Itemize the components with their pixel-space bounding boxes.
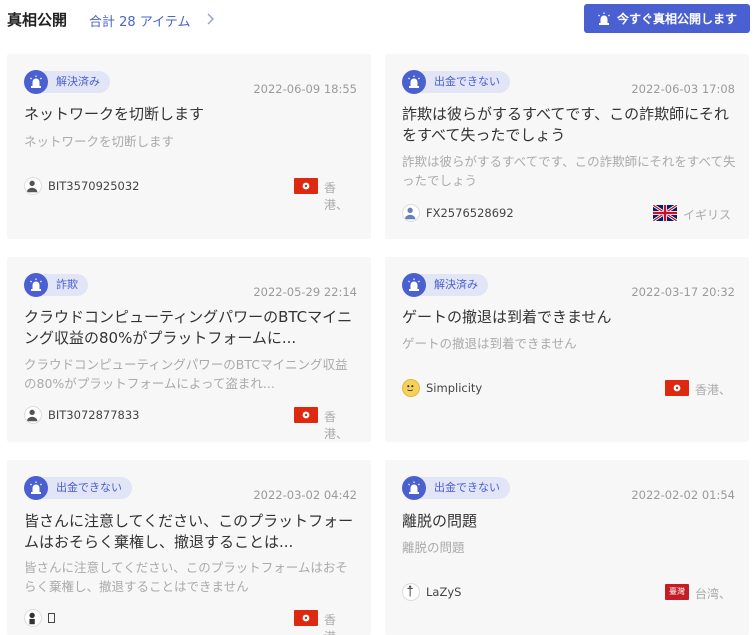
region-label: 台湾、 (695, 587, 732, 601)
status-badge: 出金できない (43, 477, 132, 499)
avatar (402, 583, 420, 601)
avatar (402, 379, 420, 397)
chevron-right-icon[interactable] (205, 12, 215, 26)
status-badge: 出金できない (421, 71, 510, 93)
avatar (24, 406, 42, 424)
card-title: 詐欺は彼らがするすべてです、この詐欺師にそれをすべて失ったでしょう (402, 105, 729, 144)
card-date: 2022-03-02 04:42 (253, 488, 357, 502)
card-description: 離脱の問題 (402, 540, 465, 555)
card-title: 皆さんに注意してください、このプラットフォームはおそらく棄権し、撤退することは.… (24, 512, 354, 551)
card-date: 2022-05-29 22:14 (253, 285, 357, 299)
alarm-icon (402, 273, 426, 297)
card-description: 皆さんに注意してください、このプラットフォームはおそらく棄権し、撤退することはで… (24, 560, 348, 594)
alarm-icon (24, 70, 48, 94)
avatar (24, 609, 42, 627)
card-title: 離脱の問題 (402, 512, 478, 530)
exposure-card[interactable]: 出金できない 2022-02-02 01:54 離脱の問題 離脱の問題 LaZy… (385, 460, 749, 635)
exposure-card[interactable]: 出金できない 2022-03-02 04:42 皆さんに注意してください、このプ… (7, 460, 371, 635)
exposure-card[interactable]: 解決済み 2022-03-17 20:32 ゲートの撤退は到着できません ゲート… (385, 257, 749, 442)
card-footer: Simplicity 香港、 (402, 379, 737, 399)
avatar (24, 177, 42, 195)
region-label: イギリス (683, 208, 732, 222)
card-footer: FX2576528692 イギリス (402, 204, 737, 224)
hong-kong-flag-icon (294, 407, 318, 423)
avatar (402, 204, 420, 222)
card-footer: BIT3570925032 香港、 (24, 177, 359, 212)
username (48, 611, 55, 626)
username: BIT3072877833 (48, 408, 140, 422)
page-header: 真相公開 合計 28 アイテム 今すぐ真相公開します (0, 0, 754, 40)
region-label: 香港、 (324, 410, 349, 441)
card-date: 2022-06-09 18:55 (253, 82, 357, 96)
card-description: 詐欺は彼らがするすべてです、この詐欺師にそれをすべて失ったでしょう (402, 154, 736, 188)
card-title: ゲートの撤退は到着できません (402, 308, 612, 326)
hong-kong-flag-icon (665, 380, 689, 396)
exposure-card[interactable]: 詐欺 2022-05-29 22:14 クラウドコンピューティングパワーのBTC… (7, 257, 371, 442)
card-date: 2022-06-03 17:08 (631, 82, 735, 96)
status-badge: 詐欺 (43, 274, 88, 296)
uk-flag-icon (653, 205, 677, 221)
username: LaZyS (426, 585, 462, 599)
username: FX2576528692 (426, 206, 514, 220)
reveal-truth-button[interactable]: 今すぐ真相公開します (584, 4, 750, 33)
card-title: クラウドコンピューティングパワーのBTCマイニング収益の80%がプラットフォーム… (24, 308, 353, 347)
exposure-card[interactable]: 解決済み 2022-06-09 18:55 ネットワークを切断します ネットワー… (7, 54, 371, 239)
exposure-card[interactable]: 出金できない 2022-06-03 17:08 詐欺は彼らがするすべてです、この… (385, 54, 749, 239)
hong-kong-flag-icon (294, 178, 318, 194)
alarm-icon (24, 273, 48, 297)
card-date: 2022-03-17 20:32 (631, 285, 735, 299)
region-label: 香港、 (324, 181, 349, 212)
card-footer: LaZyS 臺灣 台湾、 (402, 583, 737, 603)
alarm-icon (24, 476, 48, 500)
hong-kong-flag-icon (294, 610, 318, 626)
status-badge: 解決済み (43, 71, 110, 93)
total-count-link[interactable]: 合計 28 アイテム (89, 11, 191, 30)
region-label: 香港、 (695, 383, 732, 397)
card-description: ゲートの撤退は到着できません (402, 336, 577, 351)
alarm-icon (402, 70, 426, 94)
reveal-truth-button-label: 今すぐ真相公開します (616, 12, 737, 26)
status-badge: 解決済み (421, 274, 488, 296)
alarm-icon (598, 12, 610, 25)
card-title: ネットワークを切断します (24, 105, 205, 123)
region-label: 香港、 (324, 613, 348, 635)
username: BIT3570925032 (48, 179, 140, 193)
status-badge: 出金できない (421, 477, 510, 499)
card-footer: 香港、 (24, 609, 359, 635)
card-description: ネットワークを切断します (24, 134, 175, 149)
card-footer: BIT3072877833 香港、 (24, 406, 359, 441)
username-glyph-box (48, 613, 55, 623)
taiwan-badge-icon: 臺灣 (665, 584, 689, 600)
taiwan-badge-text: 臺灣 (669, 587, 685, 596)
page-title: 真相公開 (7, 11, 68, 29)
card-description: クラウドコンピューティングパワーのBTCマイニング収益の80%がプラットフォーム… (24, 357, 348, 391)
card-date: 2022-02-02 01:54 (631, 488, 735, 502)
alarm-icon (402, 476, 426, 500)
username: Simplicity (426, 381, 483, 395)
